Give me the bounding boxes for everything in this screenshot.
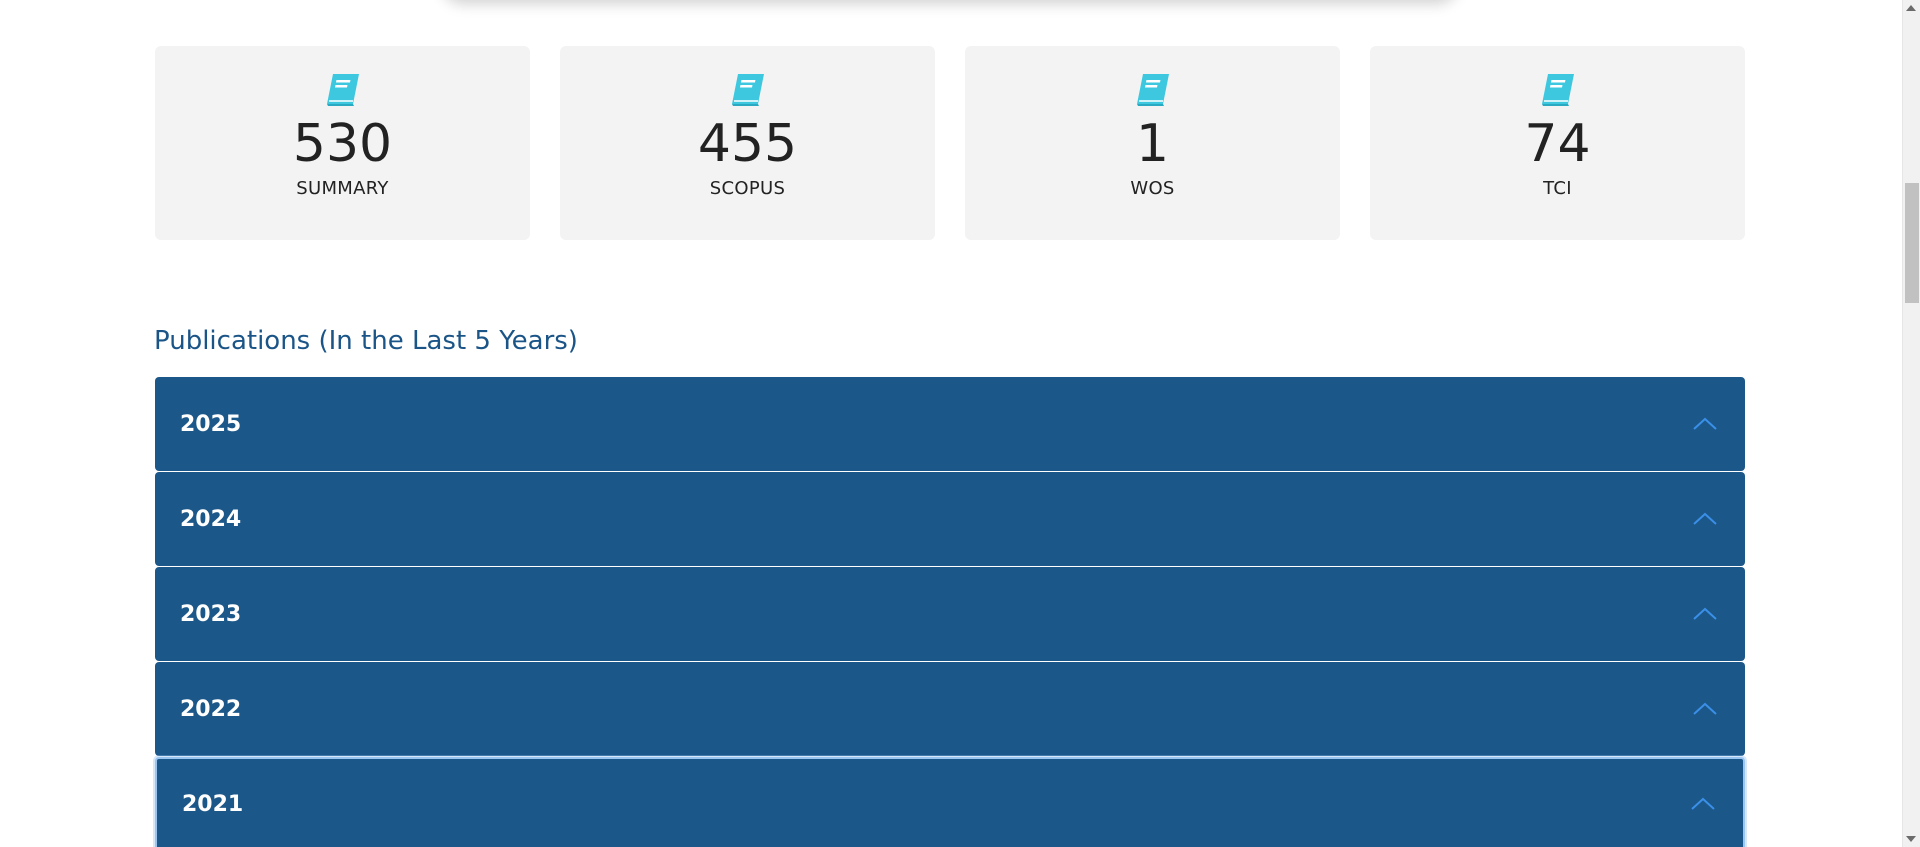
chevron-up-icon[interactable]	[1691, 701, 1719, 717]
accordion-item-2023[interactable]: 2023	[155, 567, 1745, 661]
accordion-year: 2022	[180, 696, 242, 722]
section-title: Publications (In the Last 5 Years)	[154, 326, 578, 356]
stat-value: 530	[292, 114, 393, 174]
chevron-up-icon[interactable]	[1691, 511, 1719, 527]
stat-label: SCOPUS	[709, 178, 786, 199]
book-icon	[1541, 74, 1574, 106]
scroll-down-arrow-icon[interactable]	[1906, 836, 1916, 842]
stat-label: TCI	[1543, 178, 1572, 199]
accordion-item-2022[interactable]: 2022	[155, 662, 1745, 756]
chevron-up-icon[interactable]	[1691, 416, 1719, 432]
stat-card-summary: 530 SUMMARY	[155, 46, 530, 240]
accordion-item-2025[interactable]: 2025	[155, 377, 1745, 471]
accordion-item-2021[interactable]: 2021	[155, 757, 1745, 847]
book-icon	[1136, 74, 1169, 106]
publications-accordion: 2025 2024 2023 2022 2021	[155, 377, 1745, 847]
accordion-year: 2025	[180, 411, 242, 437]
stat-label: SUMMARY	[296, 178, 389, 199]
chevron-up-icon[interactable]	[1689, 796, 1717, 812]
accordion-year: 2024	[180, 506, 242, 532]
scrollbar-thumb[interactable]	[1905, 183, 1919, 303]
vertical-scrollbar[interactable]	[1902, 0, 1920, 847]
stat-card-tci: 74 TCI	[1370, 46, 1745, 240]
stat-value: 74	[1524, 114, 1591, 174]
book-icon	[731, 74, 764, 106]
stat-card-wos: 1 WOS	[965, 46, 1340, 240]
accordion-year: 2023	[180, 601, 242, 627]
accordion-year: 2021	[182, 791, 244, 817]
accordion-item-2024[interactable]: 2024	[155, 472, 1745, 566]
chevron-up-icon[interactable]	[1691, 606, 1719, 622]
page: 530 SUMMARY 455 SCOPUS 1 WOS 74 TCI Publ…	[0, 0, 1920, 847]
stat-value: 1	[1135, 114, 1170, 174]
scroll-up-arrow-icon[interactable]	[1906, 5, 1916, 11]
book-icon	[326, 74, 359, 106]
stat-card-scopus: 455 SCOPUS	[560, 46, 935, 240]
stats-row: 530 SUMMARY 455 SCOPUS 1 WOS 74 TCI	[155, 46, 1745, 240]
stat-label: WOS	[1130, 178, 1175, 199]
stat-value: 455	[697, 114, 798, 174]
